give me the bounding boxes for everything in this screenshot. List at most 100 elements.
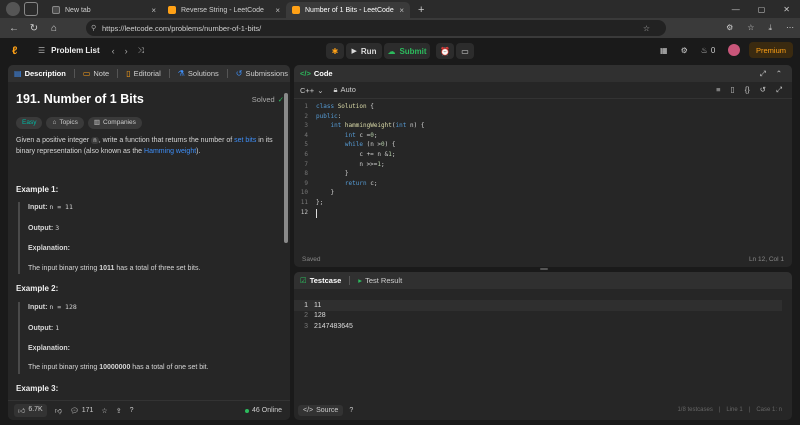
- refresh-icon[interactable]: ↻: [24, 23, 44, 34]
- close-icon[interactable]: ×: [275, 6, 280, 15]
- code-icon: </>: [300, 69, 311, 78]
- output-value: 1: [55, 323, 60, 332]
- streak[interactable]: ♨ 0: [701, 46, 716, 55]
- browser-tab-reverse-string[interactable]: Reverse String - LeetCode ×: [162, 2, 286, 18]
- debug-button[interactable]: ✱: [326, 43, 344, 59]
- notes-button[interactable]: ▭: [456, 43, 474, 59]
- tab-note[interactable]: ▭ Note: [83, 69, 109, 78]
- testcase-value: 128: [314, 312, 326, 320]
- problem-statement: Given a positive integer n, write a func…: [16, 136, 284, 158]
- tab-description[interactable]: ▤ Description: [14, 69, 66, 78]
- explanation-label: Explanation:: [28, 244, 71, 252]
- browser-tab-number-of-1-bits[interactable]: Number of 1 Bits - LeetCode ×: [286, 2, 410, 18]
- source-button[interactable]: </> Source: [298, 404, 344, 416]
- profile-icon[interactable]: [6, 2, 20, 16]
- tab-solutions[interactable]: ⚗ Solutions: [178, 69, 219, 78]
- favorites-icon[interactable]: ☆: [747, 23, 754, 33]
- browser-tab-new[interactable]: New tab ×: [46, 2, 162, 18]
- set-bits-link[interactable]: set bits: [234, 137, 256, 144]
- code-line: 3 int hammingWeight(int n) {: [304, 122, 425, 130]
- problem-title: 191. Number of 1 Bits: [16, 92, 144, 107]
- companies-button[interactable]: ▥ Companies: [87, 117, 142, 129]
- format-icon[interactable]: ≡: [716, 85, 720, 95]
- explanation-bold: 1011: [99, 264, 115, 272]
- avatar[interactable]: [728, 44, 741, 56]
- maximize-icon[interactable]: ▢: [758, 5, 766, 14]
- collapse-icon[interactable]: ⌃: [776, 69, 782, 79]
- code-line: 11};: [300, 198, 324, 206]
- shuffle-icon[interactable]: ⤨: [138, 46, 144, 56]
- tab-submissions[interactable]: ↺ Submissions: [236, 69, 288, 78]
- expand-icon[interactable]: ⤢: [760, 69, 766, 79]
- layout-icon[interactable]: ▦: [660, 46, 668, 55]
- fullscreen-icon[interactable]: ⤢: [776, 85, 782, 95]
- back-icon[interactable]: ←: [4, 23, 24, 34]
- share-icon[interactable]: ⇪: [116, 407, 122, 415]
- tab-testcase[interactable]: ☑ Testcase: [300, 276, 341, 285]
- output-value: 3: [55, 223, 60, 232]
- next-problem-icon[interactable]: ›: [125, 46, 128, 56]
- tab-actions-icon[interactable]: [24, 2, 38, 16]
- downloads-icon[interactable]: ⤓: [768, 23, 772, 33]
- submit-button[interactable]: ☁ Submit: [384, 43, 430, 59]
- tab-editorial[interactable]: ▯ Editorial: [126, 69, 161, 78]
- example-title: Example 1:: [16, 184, 59, 194]
- text-cursor: [316, 208, 317, 218]
- prev-problem-icon[interactable]: ‹: [112, 46, 115, 56]
- problem-list-link[interactable]: Problem List: [51, 46, 99, 55]
- run-button[interactable]: ▶ Run: [346, 43, 382, 59]
- language-select[interactable]: C++ ⌄: [300, 86, 323, 95]
- help-icon[interactable]: ?: [349, 407, 353, 414]
- tab-label: Description: [24, 69, 66, 78]
- close-window-icon[interactable]: ✕: [783, 5, 790, 14]
- help-icon[interactable]: ?: [130, 407, 134, 414]
- close-icon[interactable]: ×: [399, 6, 404, 15]
- tab-label: Note: [93, 69, 110, 78]
- code-line: 9 return c;: [304, 179, 378, 187]
- comments-button[interactable]: 💬︎ 171: [70, 407, 94, 415]
- settings-icon[interactable]: ⚙: [681, 46, 688, 55]
- star-icon[interactable]: ☆: [101, 407, 107, 415]
- code-editor[interactable]: 1 class Solution { 2 public: 3 int hamming…: [294, 103, 792, 218]
- online-count: 46 Online: [252, 407, 282, 414]
- reset-icon[interactable]: ↺: [760, 85, 766, 95]
- like-button[interactable]: 👍︎ 6.7K: [14, 404, 47, 417]
- divider: [349, 276, 351, 285]
- topics-button[interactable]: ⌂ Topics: [46, 117, 84, 129]
- minimize-icon[interactable]: —: [732, 5, 740, 14]
- favorite-icon[interactable]: ☆: [643, 24, 658, 33]
- home-icon[interactable]: ⌂: [44, 23, 64, 34]
- code-line: 4 int c = 0;: [304, 131, 378, 139]
- testcase-panel: ☑ Testcase ▸ Test Result 1 11 2 128 3 21474…: [294, 272, 792, 420]
- tag-icon: ⌂: [52, 118, 57, 126]
- description-tabs: ▤ Description ▭ Note ▯ Editorial ⚗ Solut…: [8, 65, 290, 82]
- input-value: n = 11: [49, 203, 73, 212]
- tab-test-result[interactable]: ▸ Test Result: [358, 276, 402, 285]
- bookmark-icon[interactable]: ▯: [731, 85, 735, 95]
- extensions-icon[interactable]: ⚙: [726, 23, 733, 33]
- book-icon: ▯: [126, 68, 131, 78]
- braces-icon[interactable]: {}: [745, 85, 750, 95]
- site-info-icon[interactable]: ⚲: [91, 24, 96, 32]
- menu-icon[interactable]: ⋯: [786, 23, 794, 33]
- new-tab-button[interactable]: +: [418, 4, 424, 16]
- timer-button[interactable]: ⏰: [436, 43, 454, 59]
- tab-label: Editorial: [133, 69, 161, 78]
- testcase-footer: </> Source ? 1/8 testcases | Line 1 | Ca…: [294, 400, 792, 420]
- input-label: Input:: [28, 303, 48, 311]
- scrollbar-thumb[interactable]: [284, 93, 288, 243]
- leetcode-logo-icon[interactable]: ℓ: [12, 45, 24, 57]
- difficulty-badge: Easy: [16, 117, 43, 129]
- resize-handle[interactable]: [540, 268, 548, 270]
- premium-button[interactable]: Premium: [749, 42, 793, 58]
- close-icon[interactable]: ×: [151, 6, 156, 15]
- url-bar[interactable]: ⚲ https://leetcode.com/problems/number-o…: [86, 20, 666, 36]
- testcase-editor[interactable]: 1 11 2 128 3 2147483645: [294, 300, 792, 332]
- tab-title: New tab: [65, 6, 91, 14]
- statement-text: Given a positive integer: [16, 137, 92, 144]
- code-tab[interactable]: </> Code: [300, 69, 333, 78]
- testcase-header: ☑ Testcase ▸ Test Result: [294, 272, 792, 289]
- dislike-icon[interactable]: 👎︎: [55, 406, 62, 415]
- testcase-line-number: Line 1: [726, 407, 743, 413]
- hamming-weight-link[interactable]: Hamming weight: [144, 148, 196, 155]
